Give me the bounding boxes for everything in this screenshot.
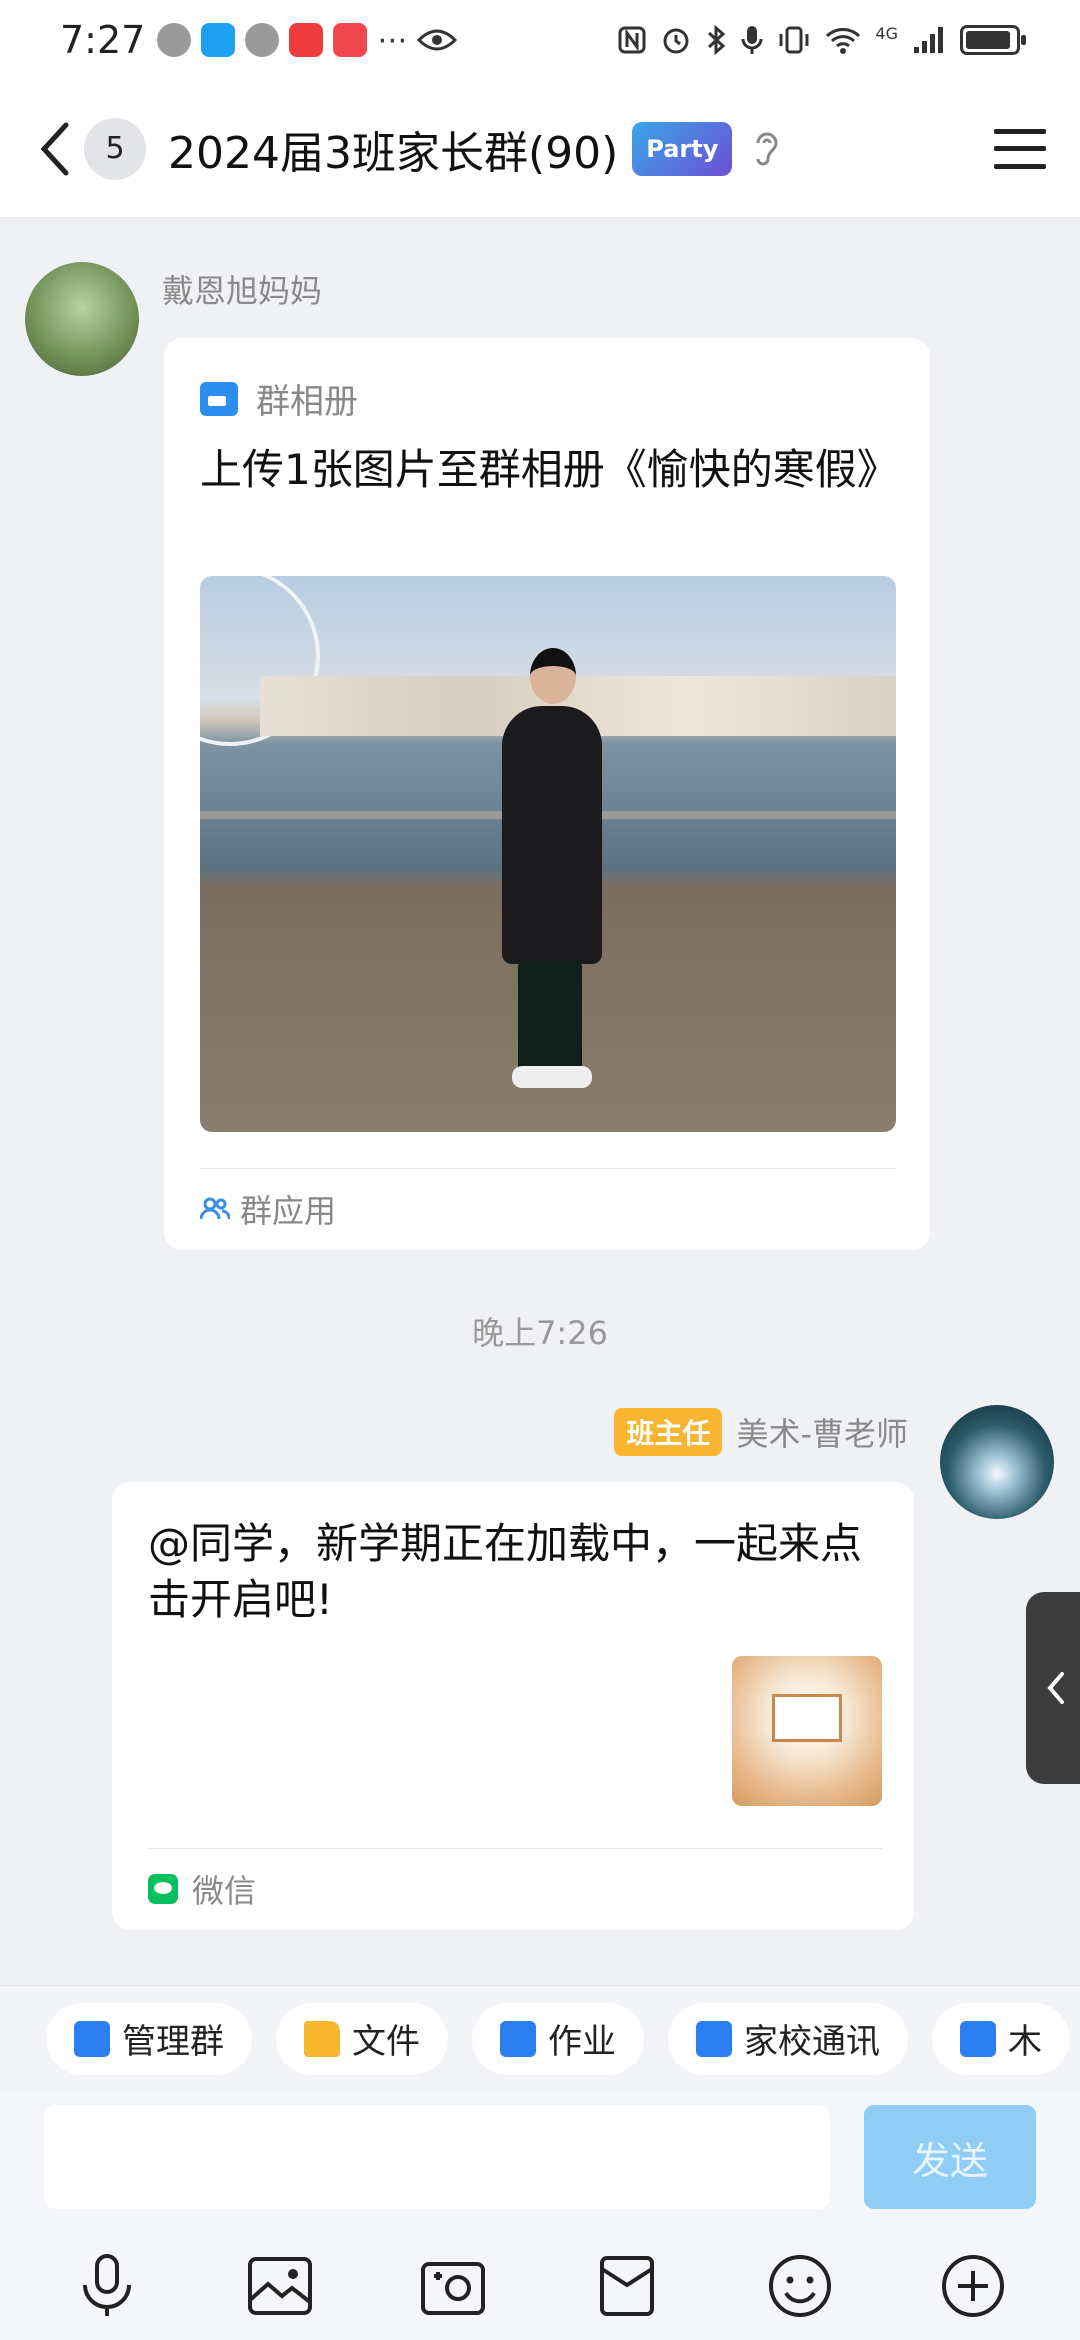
composer: 发送 <box>0 2091 1080 2340</box>
sender-name[interactable]: 美术-曹老师 <box>736 1409 908 1455</box>
quick-action-label: 家校通讯 <box>744 2022 880 2062</box>
quick-action-album[interactable]: 木 <box>932 2002 1070 2075</box>
emoji-button[interactable] <box>760 2246 840 2326</box>
wifi-icon <box>826 28 861 54</box>
photo-person-legs <box>518 961 582 1073</box>
video-notification-icon <box>333 23 368 57</box>
chat-settings-button[interactable] <box>990 119 1050 179</box>
vibrate-icon <box>779 26 809 54</box>
send-button[interactable]: 发送 <box>864 2105 1036 2209</box>
message-input[interactable] <box>44 2105 830 2209</box>
battery-icon <box>960 25 1026 55</box>
message-notification-icon <box>245 23 280 57</box>
quick-action-label: 管理群 <box>122 2022 224 2062</box>
folder-icon <box>304 2020 340 2057</box>
side-drawer-handle[interactable] <box>1026 1592 1080 1784</box>
group-people-icon <box>200 1197 230 1220</box>
sender-name[interactable]: 戴恩旭妈妈 <box>162 266 322 312</box>
chat-title[interactable]: 2024届3班家长群(90) <box>168 117 618 181</box>
card-divider <box>148 1848 882 1849</box>
wechat-notification-icon <box>157 23 192 57</box>
huawei-notification-icon <box>289 23 324 57</box>
microphone-status-icon <box>741 26 763 54</box>
menu-line <box>994 146 1046 151</box>
menu-line <box>994 128 1046 134</box>
more-button[interactable] <box>933 2246 1013 2326</box>
message-timestamp: 晚上7:26 <box>472 1314 608 1352</box>
shared-link-thumbnail <box>732 1656 882 1806</box>
camera-icon <box>421 2262 486 2315</box>
album-icon <box>960 2020 996 2057</box>
signal-icon <box>914 27 943 53</box>
group-album-icon <box>200 381 238 416</box>
homework-icon <box>500 2020 536 2057</box>
role-badge: 班主任 <box>614 1408 723 1456</box>
wechat-icon <box>148 1874 178 1904</box>
shared-link-card[interactable]: @同学，新学期正在加载中，一起来点击开启吧! 微信 <box>112 1482 914 1930</box>
quick-action-bar: 管理群 文件 作业 家校通讯 木 <box>0 1985 1080 2091</box>
voice-button[interactable] <box>67 2246 147 2326</box>
envelope-icon <box>772 1694 842 1742</box>
unread-count-badge[interactable]: 5 <box>84 117 146 180</box>
chevron-left-icon <box>1047 1672 1064 1704</box>
group-app-label: 群应用 <box>240 1192 337 1230</box>
bluetooth-icon <box>708 24 726 56</box>
photo-person-shoes <box>512 1066 592 1088</box>
card-divider <box>200 1168 896 1169</box>
network-type: 4G <box>875 24 898 43</box>
photo-person-coat <box>502 706 602 964</box>
red-packet-icon <box>599 2256 654 2316</box>
quick-action-manage-group[interactable]: 管理群 <box>46 2002 252 2075</box>
share-source-label: 微信 <box>192 1872 257 1910</box>
quick-action-label: 文件 <box>352 2022 420 2062</box>
quick-action-label: 木 <box>1008 2022 1042 2062</box>
album-photo[interactable] <box>200 576 896 1132</box>
emoji-icon <box>768 2255 831 2317</box>
contacts-icon <box>696 2020 732 2057</box>
sender-avatar[interactable] <box>25 262 139 376</box>
image-icon <box>247 2257 312 2315</box>
group-level-badge[interactable]: Party <box>632 121 733 176</box>
qq-browser-notification-icon <box>201 23 236 57</box>
manage-group-icon <box>74 2020 110 2057</box>
composer-toolbar <box>0 2241 1080 2331</box>
share-source-footer: 微信 <box>148 1866 256 1912</box>
photo-person-head <box>530 648 576 704</box>
status-bar: 7:27 ⋯ 4G <box>0 0 1080 80</box>
plus-icon <box>942 2255 1005 2317</box>
sender-meta: 班主任 美术-曹老师 <box>614 1408 908 1456</box>
status-time: 7:27 <box>60 18 146 62</box>
album-message-text: 上传1张图片至群相册《愉快的寒假》 <box>200 445 899 494</box>
album-card-header: 群相册 <box>200 374 358 423</box>
sender-avatar[interactable] <box>940 1405 1054 1519</box>
chevron-left-icon <box>40 122 69 175</box>
eye-icon <box>417 29 458 51</box>
back-button[interactable] <box>30 114 80 184</box>
nfc-icon <box>618 26 646 54</box>
red-packet-button[interactable] <box>587 2246 667 2326</box>
album-card-label: 群相册 <box>256 382 358 422</box>
album-message-card[interactable]: 群相册 上传1张图片至群相册《愉快的寒假》 群应用 <box>164 338 930 1250</box>
alarm-icon <box>663 28 689 54</box>
image-button[interactable] <box>240 2246 320 2326</box>
microphone-icon <box>82 2254 131 2316</box>
camera-button[interactable] <box>413 2246 493 2326</box>
group-app-footer[interactable]: 群应用 <box>200 1186 336 1232</box>
shared-link-text: @同学，新学期正在加载中，一起来点击开启吧! <box>148 1519 863 1624</box>
earpiece-mode-icon[interactable] <box>752 129 782 169</box>
menu-line <box>994 163 1046 169</box>
quick-action-files[interactable]: 文件 <box>276 2002 448 2075</box>
system-status: 4G <box>617 24 1026 56</box>
more-notifications-icon: ⋯ <box>377 22 408 58</box>
quick-action-label: 作业 <box>548 2022 616 2062</box>
quick-action-contacts[interactable]: 家校通讯 <box>668 2002 908 2075</box>
quick-action-homework[interactable]: 作业 <box>472 2002 644 2075</box>
chat-header: 5 2024届3班家长群(90) Party <box>0 80 1080 218</box>
notification-icons: ⋯ <box>157 22 458 58</box>
